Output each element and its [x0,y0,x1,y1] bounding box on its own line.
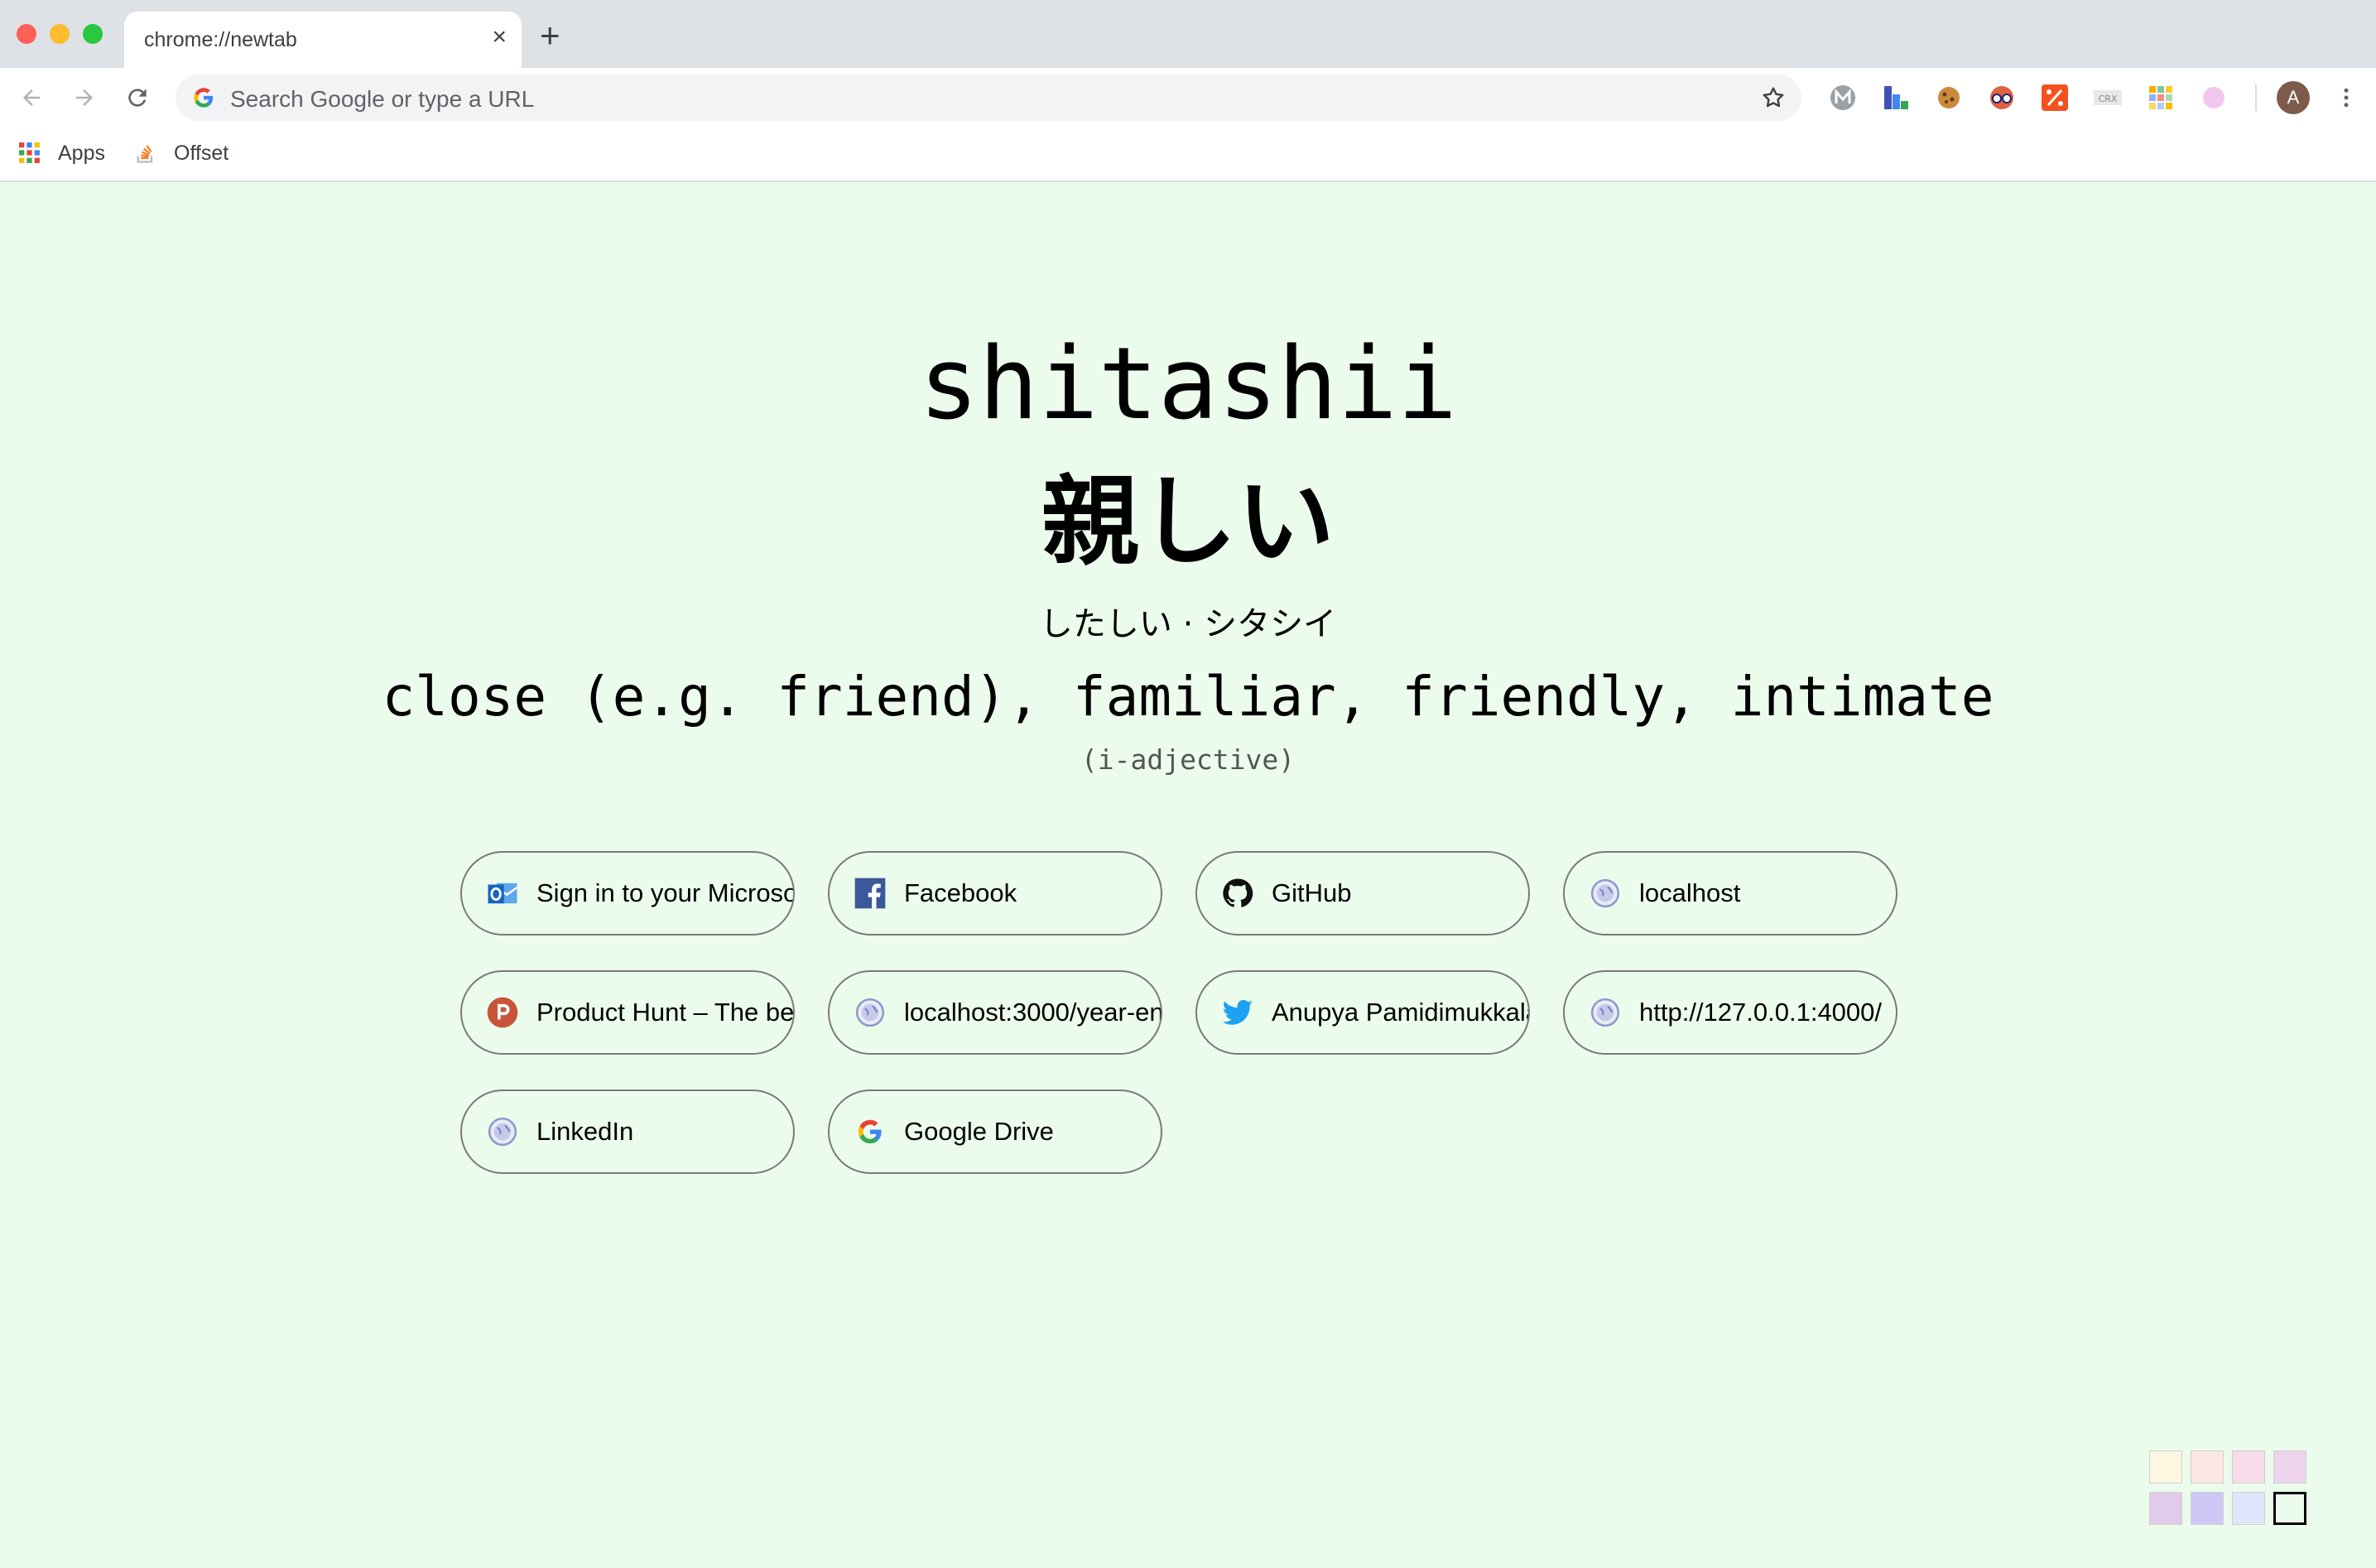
bookmarks-bar: Apps Offset [0,127,2376,182]
word-part-of-speech: (i-adjective) [1080,743,1296,776]
tab-close-icon[interactable]: × [492,25,507,50]
twitter-icon [1220,995,1255,1030]
bookmark-star-icon[interactable] [1760,84,1787,111]
shortcut-github[interactable]: GitHub [1195,851,1530,936]
shortcut-127-4000[interactable]: http://127.0.0.1:4000/ [1563,970,1897,1055]
globe-icon [1588,876,1623,911]
product-hunt-icon [485,995,520,1030]
theme-swatch[interactable] [2232,1492,2265,1525]
shortcut-product-hunt[interactable]: Product Hunt – The best new products [460,970,795,1055]
analytics-icon[interactable] [1881,83,1911,113]
metamask-icon[interactable] [1828,83,1858,113]
toolbar: Search Google or type a URL CRX A [0,68,2376,127]
back-button[interactable] [15,81,48,114]
facebook-icon [853,876,887,911]
active-tab[interactable]: chrome://newtab × [124,12,522,68]
shortcut-linkedin[interactable]: LinkedIn [460,1089,795,1174]
shortcut-label: Google Drive [904,1117,1054,1146]
glasses-icon[interactable] [1987,83,2017,113]
word-romaji: shitashii [918,327,1458,442]
theme-swatch[interactable] [2149,1450,2182,1484]
browser-chrome: chrome://newtab × + Search Google or typ… [0,0,2376,182]
shortcut-label: http://127.0.0.1:4000/ [1639,998,1883,1027]
github-icon [1220,876,1255,911]
circle-icon[interactable] [2199,83,2229,113]
tab-strip: chrome://newtab × + [0,0,2376,68]
shortcut-label: GitHub [1272,878,1352,907]
stack-overflow-icon [137,145,153,163]
bookmark-apps[interactable]: Apps [18,137,105,169]
shortcut-localhost-3000[interactable]: localhost:3000/year-end [828,970,1162,1055]
shortcut-localhost[interactable]: localhost [1563,851,1897,936]
theme-swatch[interactable] [2273,1450,2306,1484]
globe-icon [853,995,887,1030]
crx-label: CRX [2099,94,2118,104]
bookmark-offset[interactable]: Offset [134,137,228,169]
word-kanji: 親しい [1041,464,1335,579]
theme-swatch[interactable] [2232,1450,2265,1484]
theme-swatch[interactable] [2149,1492,2182,1525]
omnibox-placeholder: Search Google or type a URL [230,86,535,112]
back-arrow-icon [23,89,40,106]
grid-icon[interactable] [2146,83,2176,113]
tab-title: chrome://newtab [144,28,297,51]
theme-swatch[interactable] [2191,1492,2224,1525]
theme-swatch-selected[interactable] [2273,1492,2306,1525]
omnibox[interactable]: Search Google or type a URL [176,75,1801,121]
shortcut-microsoft[interactable]: Sign in to your Microsoft account [460,851,795,936]
shortcut-google-drive[interactable]: Google Drive [828,1089,1162,1174]
globe-icon [485,1114,520,1149]
apps-grid-icon [19,142,40,163]
globe-icon [1588,995,1623,1030]
bookmark-label: Apps [58,141,105,165]
shortcut-label: localhost [1639,878,1741,907]
reload-icon [128,89,147,107]
crx-icon[interactable]: CRX [2093,83,2123,113]
shortcut-label: LinkedIn [536,1117,634,1146]
minimize-window-button[interactable] [50,24,70,44]
forward-arrow-icon [76,89,93,106]
theme-swatch[interactable] [2191,1450,2224,1484]
new-tab-button[interactable]: + [540,18,560,53]
reload-button[interactable] [121,81,154,114]
shortcut-label: Sign in to your Microsoft account [536,878,793,907]
shortcut-facebook[interactable]: Facebook [828,851,1162,936]
maximize-window-button[interactable] [83,24,103,44]
profile-initial: A [2287,87,2300,108]
outlook-icon [485,876,520,911]
close-window-button[interactable] [17,24,36,44]
shortcut-label: Facebook [904,878,1017,907]
bookmark-label: Offset [174,141,229,165]
shortcut-label: Product Hunt – The best new products [536,998,795,1027]
word-meaning: close (e.g. friend), familiar, friendly,… [382,665,1994,729]
shortcut-label: localhost:3000/year-end [904,998,1162,1027]
cookie-icon[interactable] [1934,83,1964,113]
google-icon [853,1114,887,1149]
profile-avatar[interactable]: A [2277,81,2310,114]
shortcut-twitter[interactable]: Anupya Pamidimukkala [1195,970,1530,1055]
menu-button[interactable] [2330,81,2363,114]
more-vert-icon [2344,88,2349,108]
toolbar-divider [2255,84,2257,111]
shortcut-label: Anupya Pamidimukkala [1272,998,1530,1027]
forward-button[interactable] [68,81,101,114]
word-kana: したしい · シタシイ [1039,605,1337,643]
percent-icon[interactable] [2040,83,2070,113]
google-g-icon [194,88,214,108]
